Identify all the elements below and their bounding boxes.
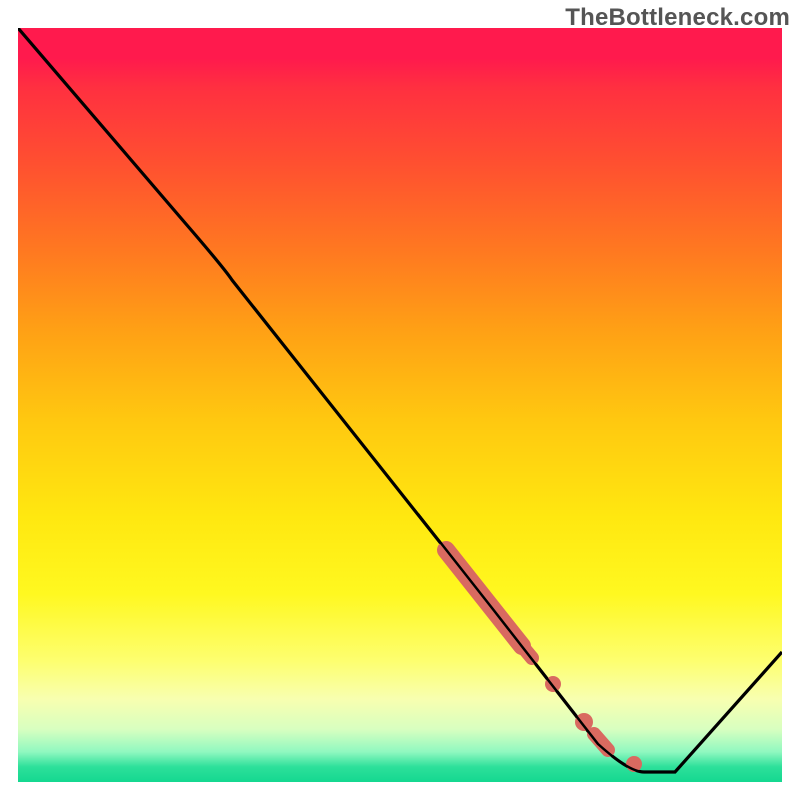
plot-area [18,28,782,782]
curve-line [18,28,782,772]
chart-container: TheBottleneck.com [0,0,800,800]
watermark-text: TheBottleneck.com [565,4,790,32]
chart-svg [18,28,782,782]
